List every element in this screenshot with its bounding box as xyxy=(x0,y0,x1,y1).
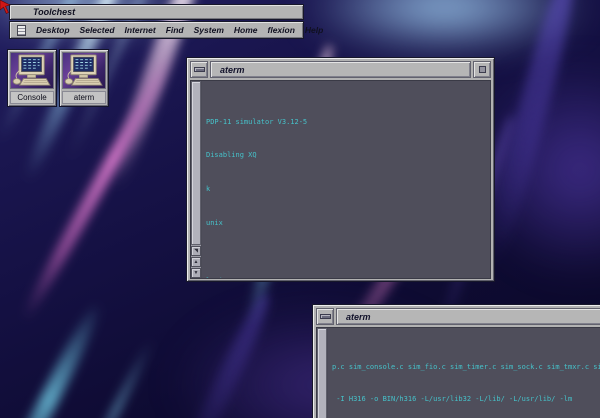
scroll-down-icon: ▼ xyxy=(194,271,199,276)
toolchest-window: Toolchest Desktop Selected Internet Find… xyxy=(9,4,304,39)
terminal-output[interactable]: PDP-11 simulator V3.12-5 Disabling XQ k … xyxy=(202,81,490,278)
toolchest-menu-item[interactable]: Help xyxy=(305,25,323,35)
scroll-up-button[interactable]: ▲ xyxy=(191,257,201,267)
window-title: aterm xyxy=(210,61,471,78)
toolchest-menu-item[interactable]: Home xyxy=(234,25,258,35)
desktop: Toolchest Desktop Selected Internet Find… xyxy=(0,0,600,418)
scroll-up-icon: ▲ xyxy=(194,260,199,265)
mouse-pointer-icon xyxy=(0,0,12,15)
terminal-line: PDP-11 simulator V3.12-5 xyxy=(206,118,490,126)
terminal-line: login: root xyxy=(206,277,490,278)
toolchest-titlebar[interactable]: Toolchest xyxy=(9,4,304,20)
minimize-button[interactable] xyxy=(190,61,208,78)
desktop-icon-console[interactable]: Console xyxy=(7,49,57,107)
toolchest-menu-item[interactable]: Find xyxy=(166,25,184,35)
desktop-icon-aterm[interactable]: aterm xyxy=(59,49,109,107)
terminal-line: p.c sim_console.c sim_fio.c sim_timer.c … xyxy=(332,363,600,371)
aterm-window-secondary: aterm p.c sim_console.c sim_fio.c sim_ti… xyxy=(312,304,600,418)
window-titlebar[interactable]: aterm xyxy=(316,308,600,325)
window-titlebar[interactable]: aterm xyxy=(190,61,491,78)
terminal-output[interactable]: p.c sim_console.c sim_fio.c sim_timer.c … xyxy=(328,328,600,418)
scrollbar[interactable]: ◥ ▲ ▼ xyxy=(191,81,202,278)
scroll-down-button[interactable]: ▼ xyxy=(191,268,201,278)
terminal-line: Disabling XQ xyxy=(206,151,490,159)
toolchest-menu-item[interactable]: Internet xyxy=(125,25,156,35)
toolchest-menu-item[interactable]: Selected xyxy=(80,25,115,35)
terminal-line: unix xyxy=(206,219,490,227)
scrollbar[interactable] xyxy=(317,328,328,418)
minimize-icon xyxy=(320,314,331,319)
light-streak xyxy=(76,337,156,418)
icon-label: aterm xyxy=(62,91,106,104)
light-streak xyxy=(0,302,105,418)
minimize-icon xyxy=(194,67,205,72)
toolchest-page-icon[interactable] xyxy=(17,25,26,36)
toolchest-title: Toolchest xyxy=(33,7,75,17)
scroll-corner-icon: ◥ xyxy=(194,249,198,254)
window-title: aterm xyxy=(336,308,600,325)
terminal-line: -I H316 -o BIN/h316 -L/usr/lib32 -L/lib/… xyxy=(332,395,600,403)
aterm-window-main: aterm ◥ ▲ ▼ PDP-11 simulato xyxy=(186,57,495,282)
minimize-button[interactable] xyxy=(316,308,334,325)
maximize-icon xyxy=(479,66,486,73)
maximize-button[interactable] xyxy=(473,61,491,78)
icon-label: Console xyxy=(10,91,54,104)
toolchest-menu-item[interactable]: Desktop xyxy=(36,25,70,35)
computer-icon xyxy=(10,52,54,89)
toolchest-menu-item[interactable]: System xyxy=(194,25,224,35)
scrollbar-corner-button[interactable]: ◥ xyxy=(191,246,201,256)
computer-icon xyxy=(62,52,106,89)
terminal-line: k xyxy=(206,185,490,193)
toolchest-menubar: Desktop Selected Internet Find System Ho… xyxy=(9,21,304,39)
scrollbar-thumb[interactable] xyxy=(317,328,327,418)
scrollbar-thumb[interactable] xyxy=(191,81,201,245)
toolchest-menu-item[interactable]: flexion xyxy=(268,25,295,35)
